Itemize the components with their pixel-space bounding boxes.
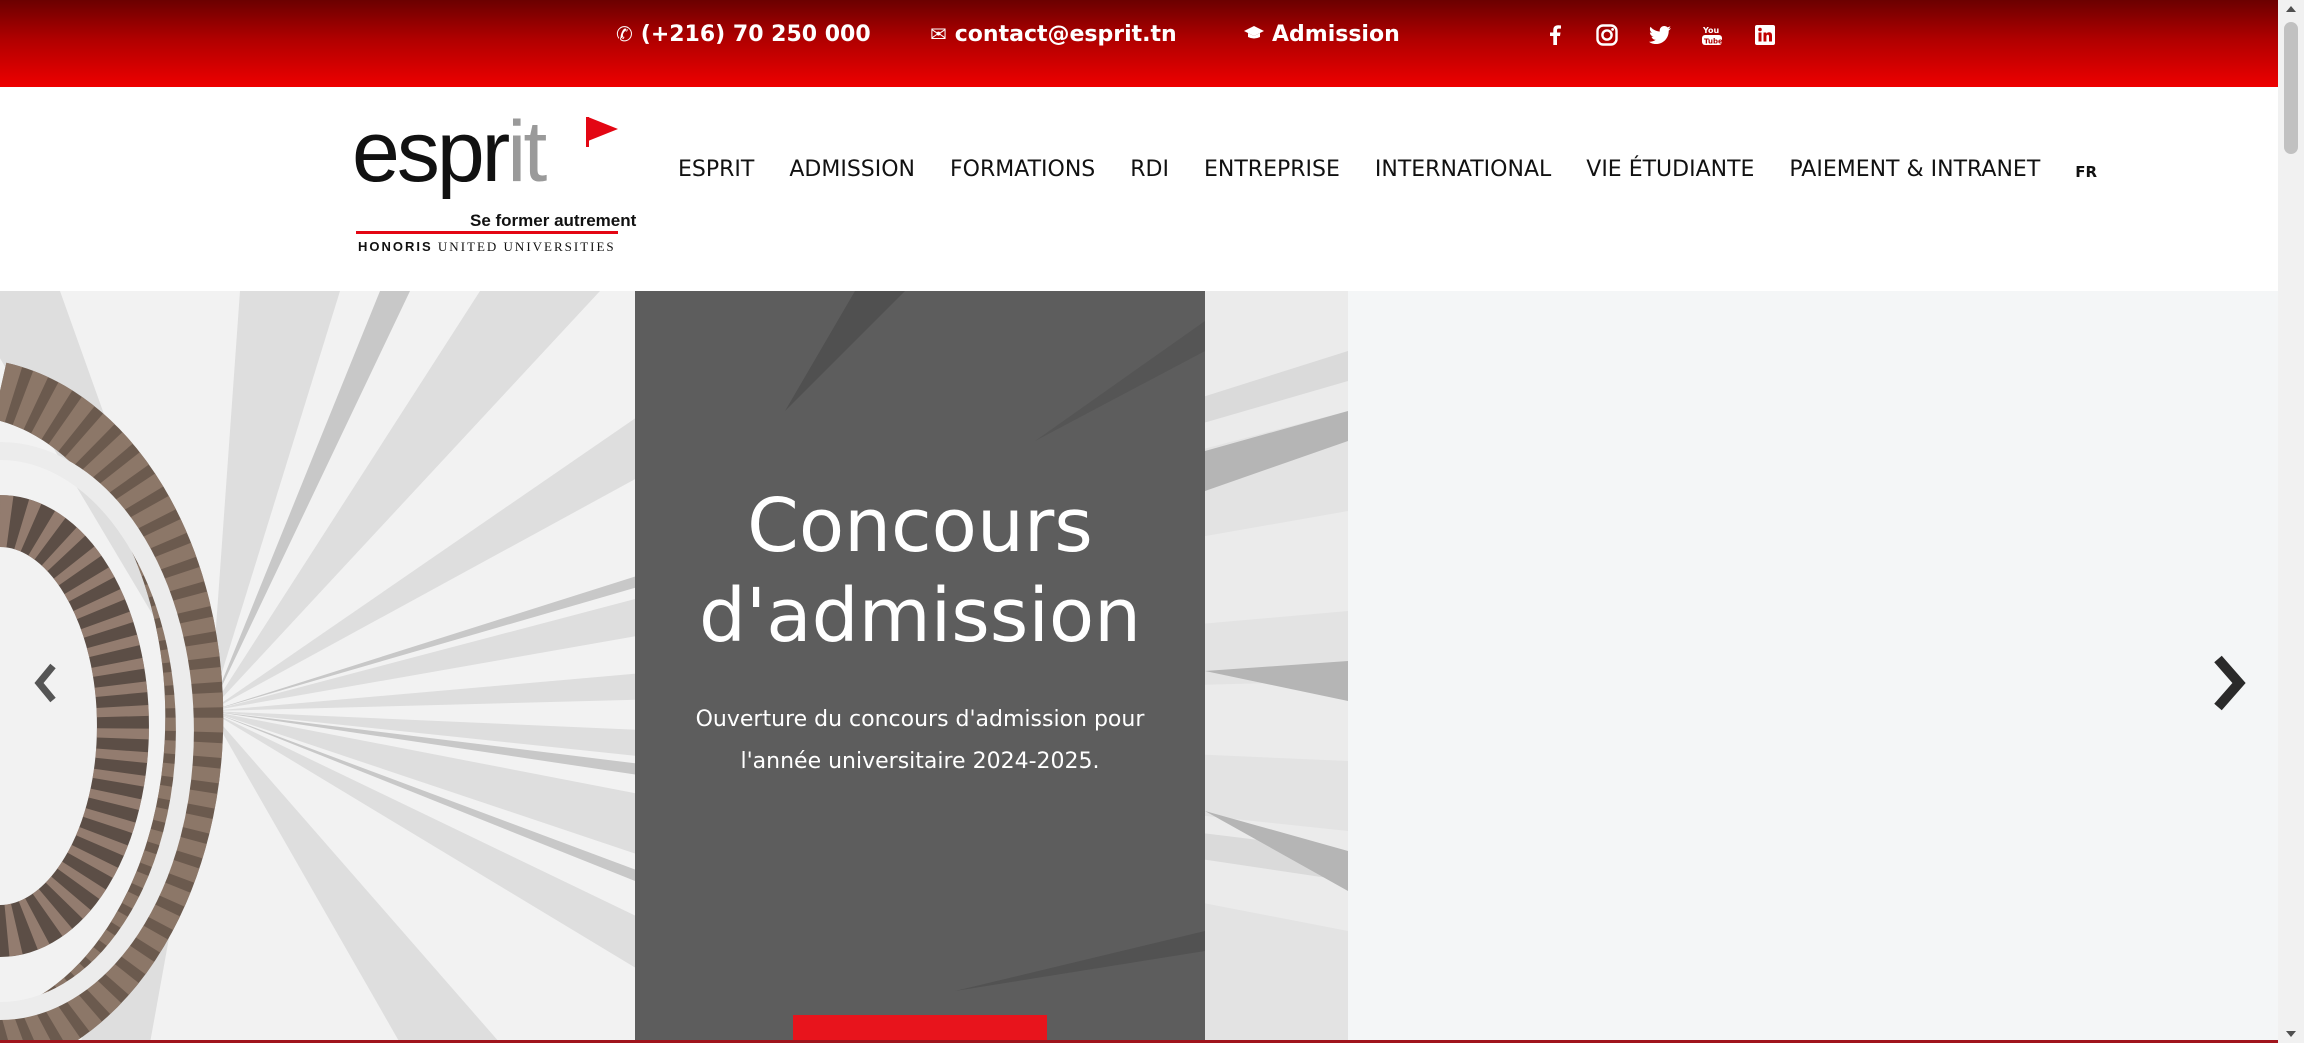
language-switcher[interactable]: FR <box>2075 159 2097 181</box>
logo-honoris: HONORIS UNITED UNIVERSITIES <box>358 239 616 254</box>
nav-item-formations[interactable]: FORMATIONS <box>950 157 1095 182</box>
phone-text: (+216) 70 250 000 <box>640 21 871 47</box>
email-link[interactable]: ✉ contact@esprit.tn <box>930 20 1177 48</box>
instagram-icon[interactable] <box>1590 18 1624 52</box>
hero-title: Concours d'admission <box>698 483 1142 659</box>
chevron-right-icon <box>2214 655 2246 711</box>
envelope-icon: ✉ <box>930 22 947 46</box>
page-scrollbar[interactable] <box>2278 0 2304 1043</box>
hero-card: Concours d'admission Ouverture du concou… <box>635 291 1205 1043</box>
svg-text:Tube: Tube <box>1704 38 1722 46</box>
logo-tagline: Se former autrement <box>470 211 637 230</box>
hero-subtitle: Ouverture du concours d'admission pour l… <box>695 707 1145 774</box>
nav-item-esprit[interactable]: ESPRIT <box>678 157 754 182</box>
graduation-cap-icon <box>1244 22 1264 46</box>
logo-wordmark: esprit <box>352 104 547 200</box>
admission-link[interactable]: Admission <box>1244 20 1400 48</box>
facebook-icon[interactable] <box>1538 18 1572 52</box>
scroll-up-icon[interactable] <box>2278 0 2304 18</box>
top-bar: ✆ (+216) 70 250 000 ✉ contact@esprit.tn … <box>0 0 2278 87</box>
admission-text: Admission <box>1272 21 1400 47</box>
esprit-logo[interactable]: esprit Se former autrement HONORIS UNITE… <box>352 109 636 254</box>
hero-slider: Concours d'admission Ouverture du concou… <box>0 291 2278 1043</box>
twitter-icon[interactable] <box>1643 18 1677 52</box>
linkedin-icon[interactable] <box>1748 18 1782 52</box>
phone-link[interactable]: ✆ (+216) 70 250 000 <box>616 20 871 48</box>
nav-item-international[interactable]: INTERNATIONAL <box>1375 157 1551 182</box>
logo-flag-icon <box>588 117 618 141</box>
slider-prev-button[interactable] <box>20 651 70 715</box>
slider-next-button[interactable] <box>2204 651 2254 715</box>
nav-item-admission[interactable]: ADMISSION <box>789 157 915 182</box>
nav-item-vie-etudiante[interactable]: VIE ÉTUDIANTE <box>1586 157 1754 182</box>
main-nav: ESPRIT ADMISSION FORMATIONS RDI ENTREPRI… <box>678 157 2097 182</box>
chevron-left-icon <box>34 663 56 703</box>
email-text: contact@esprit.tn <box>954 21 1177 47</box>
nav-item-rdi[interactable]: RDI <box>1130 157 1169 182</box>
nav-item-entreprise[interactable]: ENTREPRISE <box>1204 157 1340 182</box>
youtube-icon[interactable]: You Tube <box>1695 18 1729 52</box>
nav-item-paiement-intranet[interactable]: PAIEMENT & INTRANET <box>1789 157 2040 182</box>
main-header: esprit Se former autrement HONORIS UNITE… <box>0 87 2278 291</box>
svg-text:You: You <box>1702 26 1720 35</box>
scroll-down-icon[interactable] <box>2278 1025 2304 1043</box>
phone-icon: ✆ <box>616 22 633 46</box>
scrollbar-thumb[interactable] <box>2284 22 2298 154</box>
hero-cta-button[interactable] <box>793 1015 1047 1043</box>
